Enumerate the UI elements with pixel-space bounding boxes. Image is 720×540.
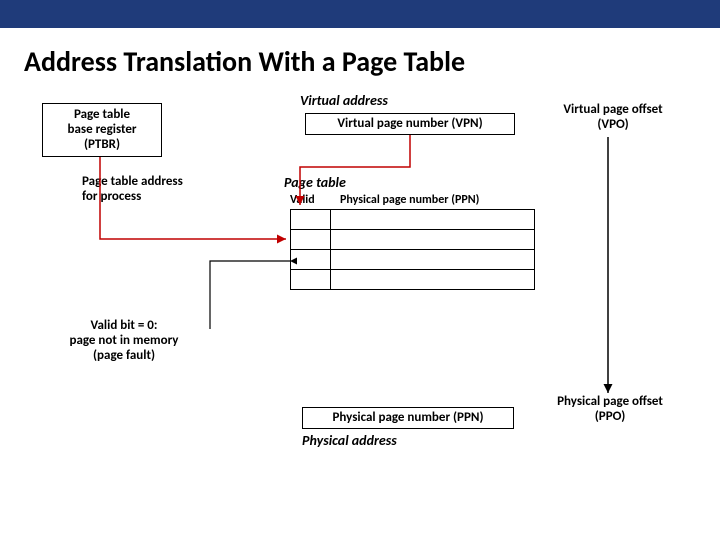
fault-line3: (page fault)	[44, 349, 204, 364]
col-header-valid: Valid	[290, 193, 315, 207]
ptbr-line1: Page table	[45, 107, 159, 122]
table-row	[291, 270, 535, 290]
table-row	[291, 210, 535, 230]
ppo-line1: Physical page offset	[530, 395, 690, 410]
page-fault-label: Valid bit = 0: page not in memory (page …	[44, 319, 204, 364]
page-table-label: Page table	[284, 175, 346, 191]
table-row	[291, 250, 535, 270]
vpo-label: Virtual page offset (VPO)	[538, 103, 688, 133]
vpo-line2: (VPO)	[538, 118, 688, 133]
ptbr-line2: base register	[45, 122, 159, 137]
fault-line1: Valid bit = 0:	[44, 319, 204, 334]
virtual-address-label: Virtual address	[300, 93, 388, 109]
table-row	[291, 230, 535, 250]
ptbr-box: Page table base register (PTBR)	[42, 103, 162, 157]
fault-line2: page not in memory	[44, 334, 204, 349]
diagram-canvas: Page table base register (PTBR) Virtual …	[0, 89, 720, 519]
title-bar	[0, 0, 720, 28]
vpn-box: Virtual page number (VPN)	[305, 113, 515, 135]
slide-title: Address Translation With a Page Table	[0, 28, 720, 89]
ppo-line2: (PPO)	[530, 410, 690, 425]
physical-address-label: Physical address	[302, 433, 397, 449]
ptaddr-line2: for process	[82, 190, 222, 205]
ptbr-line3: (PTBR)	[45, 137, 159, 152]
page-table	[290, 209, 535, 290]
ptaddr-line1: Page table address	[82, 175, 222, 190]
col-header-ppn: Physical page number (PPN)	[340, 193, 479, 207]
page-table-address-label: Page table address for process	[82, 175, 222, 205]
vpo-line1: Virtual page offset	[538, 103, 688, 118]
ppn-box: Physical page number (PPN)	[302, 407, 514, 429]
ppo-label: Physical page offset (PPO)	[530, 395, 690, 425]
